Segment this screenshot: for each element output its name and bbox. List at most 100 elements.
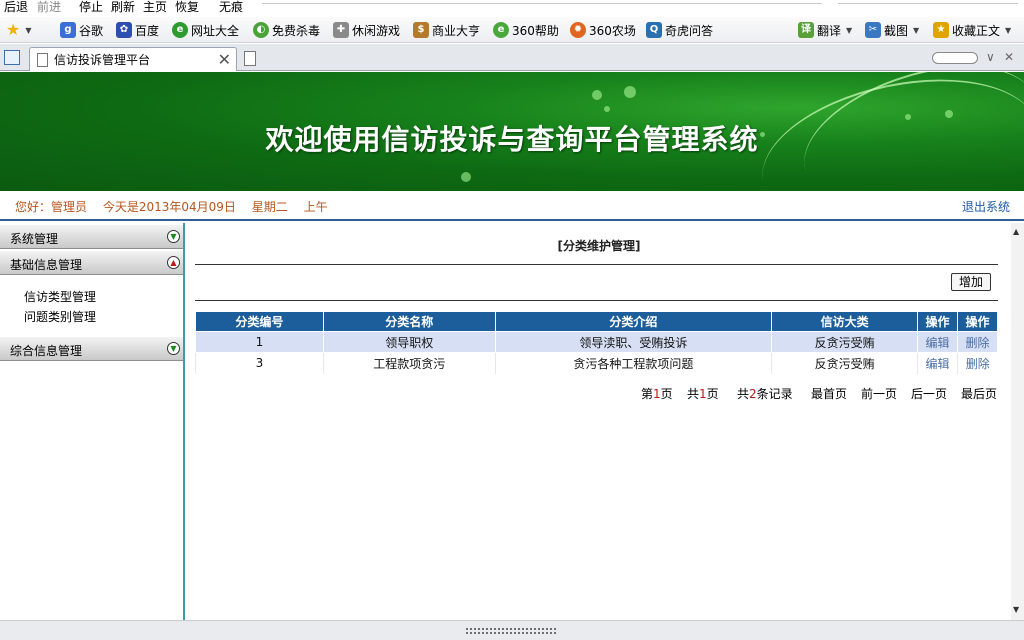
forward-menu[interactable]: 前进: [37, 0, 61, 14]
chevron-down-icon: ▼: [25, 25, 32, 35]
menu-item-issue-categories[interactable]: 问题类别管理: [24, 308, 96, 325]
favorite-label: 网址大全: [191, 23, 240, 38]
favorite-label: 360农场: [589, 23, 636, 38]
favorite-label: 免费杀毒: [272, 23, 321, 38]
cell-name: 工程款项贪污: [322, 352, 496, 374]
favorite-folder-icon: ★: [933, 22, 949, 38]
menu-item-petition-types[interactable]: 信访类型管理: [24, 288, 96, 305]
browser-menu-bar: 后退 前进 停止 刷新 主页 恢复 无痕: [0, 0, 1024, 15]
pager-first-link[interactable]: 最首页: [811, 385, 847, 402]
favorites-star-button[interactable]: ★ ▼: [6, 21, 32, 39]
stop-menu[interactable]: 停止: [79, 0, 103, 14]
table-header-row: 分类编号 分类名称 分类介绍 信访大类 操作 操作: [195, 311, 998, 332]
close-all-icon[interactable]: ✕: [1004, 50, 1014, 64]
resize-grip-icon[interactable]: [465, 627, 557, 635]
favorite-label: 百度: [135, 23, 160, 38]
close-icon[interactable]: ✕: [218, 50, 231, 69]
antivirus-icon: ◐: [253, 22, 269, 38]
favorite-label: 奇虎问答: [665, 23, 714, 38]
column-header-name: 分类名称: [322, 311, 496, 332]
delete-link[interactable]: 删除: [957, 331, 998, 353]
collapse-icon: ▲: [167, 256, 180, 269]
star-icon: ★: [6, 20, 21, 39]
logout-link[interactable]: 退出系统: [962, 198, 1010, 215]
favorite-link-qihoo-qa[interactable]: Q 奇虎问答: [646, 21, 713, 39]
column-header-desc: 分类介绍: [494, 311, 773, 332]
cell-id: 3: [195, 352, 324, 374]
google-icon: g: [60, 22, 76, 38]
favorite-link-tycoon[interactable]: $ 商业大亨: [413, 21, 480, 39]
favorite-label: 休闲游戏: [352, 23, 401, 38]
tab-active[interactable]: 信访投诉管理平台 ✕: [29, 47, 237, 71]
page-title: [分类维护管理]: [557, 239, 641, 253]
date-text: 今天是2013年04月09日: [102, 200, 236, 214]
delete-link[interactable]: 删除: [957, 352, 998, 374]
gamepad-icon: ✚: [333, 22, 349, 38]
period-text: 上午: [303, 200, 328, 214]
menu-group-label: 综合信息管理: [10, 344, 83, 358]
column-header-action: 操作: [917, 311, 958, 332]
menu-group-basic-info[interactable]: 基础信息管理 ▲: [0, 251, 183, 275]
favorite-link-360-help[interactable]: e 360帮助: [493, 21, 559, 39]
divider: [195, 264, 998, 265]
decorative-light: [461, 172, 471, 182]
pager-current-page: 第1页: [641, 385, 673, 402]
scroll-down-icon[interactable]: ▼: [1013, 605, 1019, 614]
address-bar[interactable]: [262, 0, 822, 4]
edit-link[interactable]: 编辑: [917, 331, 958, 353]
menu-group-label: 系统管理: [10, 232, 59, 246]
favorite-link-antivirus[interactable]: ◐ 免费杀毒: [253, 21, 320, 39]
edit-link[interactable]: 编辑: [917, 352, 958, 374]
category-table: 分类编号 分类名称 分类介绍 信访大类 操作 操作 1 领导职权 领导渎职、受贿…: [195, 311, 998, 374]
cell-category: 反贪污受贿: [771, 331, 919, 353]
favorite-link-site-guide[interactable]: e 网址大全: [172, 21, 239, 39]
sidebar-toggle-icon[interactable]: [4, 50, 20, 65]
favorite-link-360-farm[interactable]: ✹ 360农场: [570, 21, 636, 39]
favorite-link-baidu[interactable]: ✿ 百度: [116, 21, 159, 39]
pager-text: 第: [641, 387, 654, 401]
scroll-up-icon[interactable]: ▲: [1013, 227, 1019, 236]
menu-group-system[interactable]: 系统管理 ▼: [0, 225, 183, 249]
restore-menu[interactable]: 恢复: [175, 0, 199, 14]
user-info-bar: 您好：管理员 今天是2013年04月09日 星期二 上午 退出系统: [0, 191, 1024, 221]
favorite-link-games[interactable]: ✚ 休闲游戏: [333, 21, 400, 39]
screenshot-label: 截图: [884, 23, 909, 38]
chevron-down-icon[interactable]: ∨: [986, 50, 995, 64]
favorite-label: 360帮助: [512, 23, 559, 38]
pager-total-pages: 共1页: [687, 385, 719, 402]
incognito-menu[interactable]: 无痕: [219, 0, 243, 14]
new-tab-icon[interactable]: [244, 51, 256, 66]
column-header-category: 信访大类: [771, 311, 919, 332]
column-header-id: 分类编号: [195, 311, 324, 332]
sidebar-menu: 系统管理 ▼ 基础信息管理 ▲ 信访类型管理 问题类别管理 综合信息管理 ▼: [0, 223, 185, 620]
column-header-action: 操作: [957, 311, 998, 332]
favorite-link-google[interactable]: g 谷歌: [60, 21, 103, 39]
chevron-down-icon: ▼: [913, 25, 920, 35]
home-menu[interactable]: 主页: [143, 0, 167, 14]
cell-name: 领导职权: [322, 331, 496, 353]
pager-last-link[interactable]: 最后页: [961, 385, 997, 402]
table-row[interactable]: 1 领导职权 领导渎职、受贿投诉 反贪污受贿 编辑 删除: [195, 331, 998, 353]
vertical-scrollbar[interactable]: ▲ ▼: [1011, 223, 1024, 620]
refresh-menu[interactable]: 刷新: [111, 0, 135, 14]
table-row[interactable]: 3 工程款项贪污 贪污各种工程款项问题 反贪污受贿 编辑 删除: [195, 352, 998, 374]
pager-prev-link[interactable]: 前一页: [861, 385, 897, 402]
cell-category: 反贪污受贿: [771, 352, 918, 374]
back-menu[interactable]: 后退: [4, 0, 28, 14]
cell-desc: 贪污各种工程款项问题: [494, 352, 772, 374]
business-tycoon-icon: $: [413, 22, 429, 38]
favorites-bar: ★ ▼ g 谷歌 ✿ 百度 e 网址大全 ◐ 免费杀毒 ✚ 休闲游戏 $ 商业大亨…: [0, 17, 1024, 43]
translate-button[interactable]: 译 翻译 ▼: [798, 21, 852, 39]
menu-group-comprehensive[interactable]: 综合信息管理 ▼: [0, 337, 183, 361]
pager-next-link[interactable]: 后一页: [911, 385, 947, 402]
tab-search-pill[interactable]: [932, 52, 978, 64]
pager-number: 1: [653, 387, 661, 401]
divider: [195, 300, 998, 301]
add-button[interactable]: 增加: [951, 273, 991, 291]
favorite-label: 商业大亨: [432, 23, 481, 38]
menu-group-label: 基础信息管理: [10, 258, 83, 272]
screenshot-button[interactable]: ✂ 截图 ▼: [865, 21, 919, 39]
search-box[interactable]: [838, 0, 1018, 4]
favorite-page-label: 收藏正文: [952, 23, 1001, 38]
favorite-page-button[interactable]: ★ 收藏正文 ▼: [933, 21, 1011, 39]
